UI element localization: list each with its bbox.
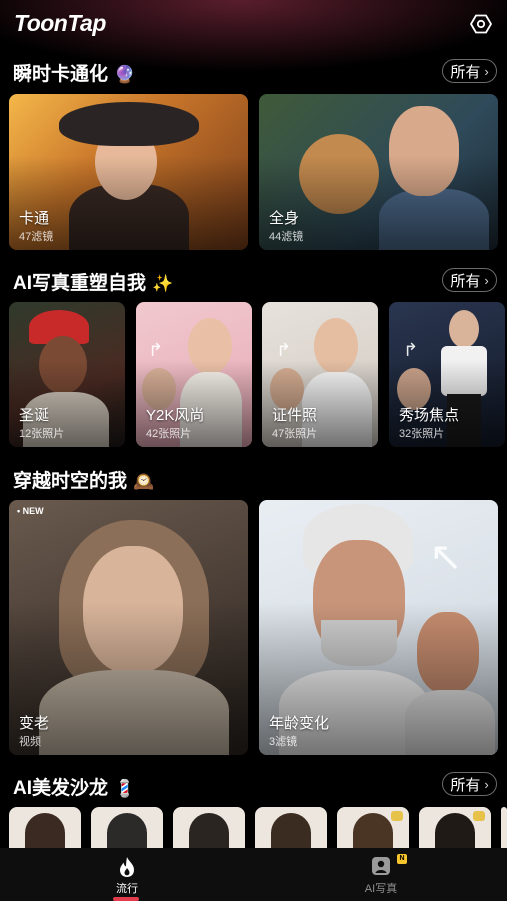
card-cartoon[interactable]: 卡通 47滤镜 [9, 94, 248, 250]
card-label: 变老 [19, 715, 50, 732]
arrow-up-left-icon: ↖ [429, 535, 463, 579]
all-button-label: 所有 [450, 776, 481, 794]
card-id-photo[interactable]: ↱ 证件照 47张照片 [262, 302, 378, 447]
tab-ai-portrait[interactable]: N AI写真 [321, 848, 441, 901]
card-runway[interactable]: ↱ 秀场焦点 32张照片 [389, 302, 505, 447]
arrow-curve-icon: ↱ [148, 340, 164, 360]
card-label: Y2K风尚 [146, 407, 205, 424]
flame-icon [120, 857, 134, 877]
hair-shape [25, 813, 65, 849]
arrow-curve-icon: ↱ [403, 340, 419, 360]
hair-shape [435, 813, 475, 849]
section-title-time: 穿越时空的我 🕰️ [13, 466, 154, 493]
bottom-tab-bar: 流行 N AI写真 [0, 848, 507, 901]
section-title-portrait: AI写真重塑自我 ✨ [13, 268, 173, 295]
section-title-cartoon: 瞬时卡通化 🔮 [13, 59, 135, 86]
cartoon-all-button[interactable]: 所有 › [442, 59, 497, 83]
hair-shape [189, 813, 229, 849]
card-sub: 32张照片 [399, 428, 445, 440]
barber-pole-icon: 💈 [114, 779, 136, 798]
card-sub: 3滤镜 [269, 736, 298, 748]
tab-label: 流行 [116, 883, 138, 895]
portrait-all-button[interactable]: 所有 › [442, 268, 497, 292]
crystal-ball-icon: 🔮 [114, 65, 136, 84]
app-logo: ToonTap [14, 10, 106, 36]
settings-icon[interactable] [469, 12, 493, 36]
card-sub: 47滤镜 [19, 231, 54, 243]
crown-icon [473, 811, 485, 821]
new-badge: • NEW [17, 506, 44, 516]
hair-thumb[interactable] [173, 807, 245, 849]
hair-thumb[interactable] [9, 807, 81, 849]
new-tab-badge: N [397, 854, 407, 864]
tab-trending[interactable]: 流行 [67, 848, 187, 901]
hair-all-button[interactable]: 所有 › [442, 772, 497, 796]
hair-thumb[interactable] [255, 807, 327, 849]
section-title-text: AI写真重塑自我 [13, 273, 147, 294]
card-sub: 12张照片 [19, 428, 65, 440]
card-age-change[interactable]: ↖ 年龄变化 3滤镜 [259, 500, 498, 755]
card-label: 秀场焦点 [399, 407, 460, 424]
card-sub: 视频 [19, 736, 41, 748]
hair-thumb[interactable] [501, 807, 507, 849]
section-title-hair: AI美发沙龙 💈 [13, 773, 135, 800]
hat-shape [59, 102, 199, 146]
card-fullbody[interactable]: 全身 44滤镜 [259, 94, 498, 250]
app-header: ToonTap [0, 0, 507, 50]
all-button-label: 所有 [450, 272, 481, 290]
active-tab-indicator [113, 897, 139, 901]
section-title-text: AI美发沙龙 [13, 778, 109, 799]
card-label: 年龄变化 [269, 715, 330, 732]
card-label: 卡通 [19, 210, 50, 227]
hair-thumb[interactable] [337, 807, 409, 849]
card-y2k[interactable]: ↱ Y2K风尚 42张照片 [136, 302, 252, 447]
arrow-curve-icon: ↱ [276, 340, 292, 360]
chevron-right-icon: › [484, 272, 489, 288]
card-sub: 42张照片 [146, 428, 192, 440]
section-title-text: 瞬时卡通化 [13, 64, 109, 85]
card-aging[interactable]: • NEW 变老 视频 [9, 500, 248, 755]
tab-label: AI写真 [364, 883, 398, 895]
clock-icon: 🕰️ [133, 472, 155, 491]
card-sub: 44滤镜 [269, 231, 304, 243]
sparkles-icon: ✨ [152, 274, 174, 293]
chevron-right-icon: › [484, 63, 489, 79]
hair-shape [271, 813, 311, 849]
chevron-right-icon: › [484, 776, 489, 792]
card-face [449, 310, 479, 348]
card-christmas[interactable]: 圣诞 12张照片 [9, 302, 125, 447]
hair-thumb[interactable] [419, 807, 491, 849]
card-label: 全身 [269, 210, 300, 227]
card-label: 圣诞 [19, 407, 50, 424]
card-sub: 47张照片 [272, 428, 318, 440]
hair-shape [107, 813, 147, 849]
hair-thumb[interactable] [91, 807, 163, 849]
crown-icon [391, 811, 403, 821]
portrait-icon [372, 857, 390, 875]
card-label: 证件照 [272, 407, 318, 424]
all-button-label: 所有 [450, 63, 481, 81]
section-title-text: 穿越时空的我 [13, 471, 128, 492]
hair-shape [353, 813, 393, 849]
